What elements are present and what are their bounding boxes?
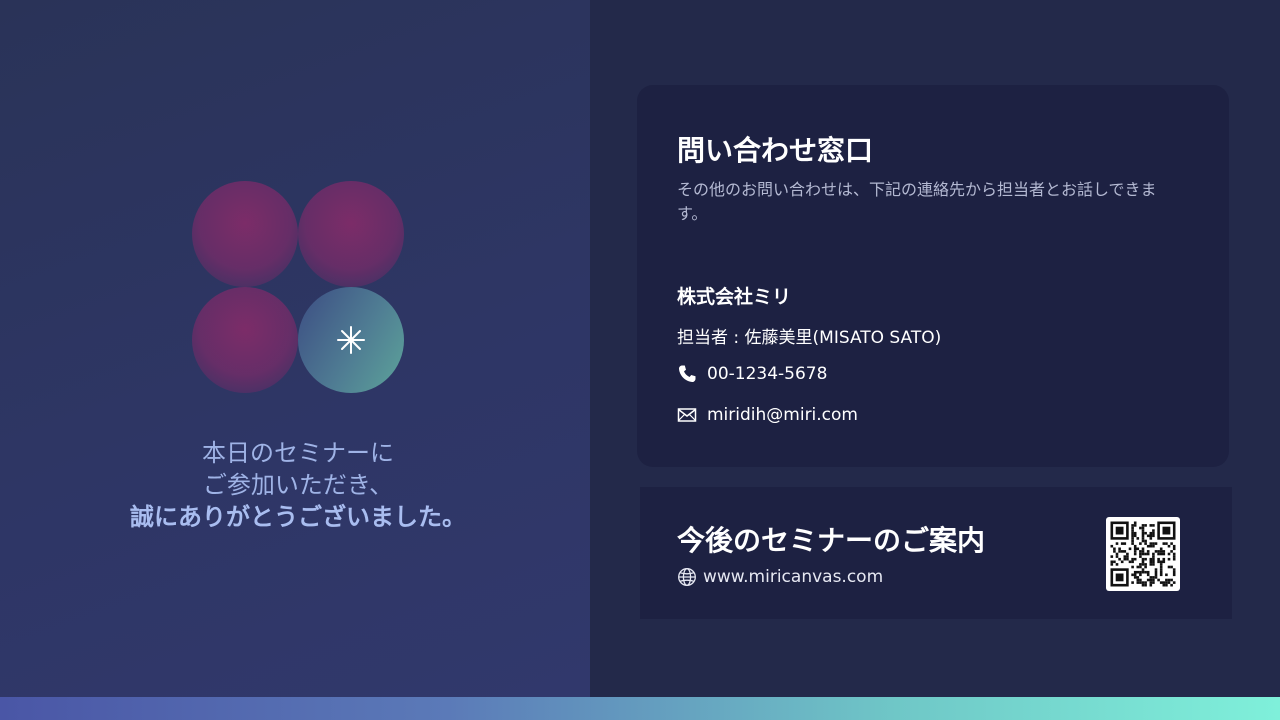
contact-description: その他のお問い合わせは、下記の連絡先から担当者とお話しできます。 bbox=[677, 180, 1157, 223]
sparkle-icon bbox=[337, 326, 365, 354]
logo-circle-bottom-left bbox=[192, 287, 298, 393]
phone-row[interactable]: 00-1234-5678 bbox=[677, 364, 827, 384]
email-row[interactable]: miridih@miri.com bbox=[677, 405, 858, 425]
qr-code-icon[interactable] bbox=[1106, 517, 1180, 591]
website-row[interactable]: www.miricanvas.com bbox=[677, 567, 883, 587]
phone-number[interactable]: 00-1234-5678 bbox=[707, 364, 827, 384]
thanks-line-1: 本日のセミナーに bbox=[202, 439, 394, 467]
slide: 本日のセミナーに ご参加いただき、 誠にありがとうございました。 問い合わせ窓口… bbox=[0, 0, 1280, 720]
website-link[interactable]: www.miricanvas.com bbox=[703, 567, 883, 587]
bottom-gradient-bar bbox=[0, 697, 1280, 720]
mail-icon bbox=[677, 405, 697, 425]
email-address[interactable]: miridih@miri.com bbox=[707, 405, 858, 425]
logo-circle-top-left bbox=[192, 181, 298, 287]
brand-logo bbox=[192, 181, 404, 393]
thanks-line-3: 誠にありがとうございました。 bbox=[130, 503, 466, 531]
globe-icon bbox=[678, 568, 696, 586]
logo-circle-top-right bbox=[298, 181, 404, 287]
contact-title: 問い合わせ窓口 bbox=[677, 134, 874, 167]
seminar-card: 今後のセミナーのご案内 www.miricanvas.com bbox=[640, 487, 1232, 619]
thanks-line-2: ご参加いただき、 bbox=[202, 471, 394, 499]
contact-person: 担当者 : 佐藤美里(MISATO SATO) bbox=[677, 328, 942, 348]
company-name: 株式会社ミリ bbox=[677, 286, 792, 308]
phone-icon bbox=[677, 364, 697, 384]
seminar-title: 今後のセミナーのご案内 bbox=[677, 524, 986, 557]
logo-circle-bottom-right bbox=[298, 287, 404, 393]
contact-card: 問い合わせ窓口 その他のお問い合わせは、下記の連絡先から担当者とお話しできます。… bbox=[637, 85, 1229, 467]
thank-you-message: 本日のセミナーに ご参加いただき、 誠にありがとうございました。 bbox=[0, 437, 596, 533]
